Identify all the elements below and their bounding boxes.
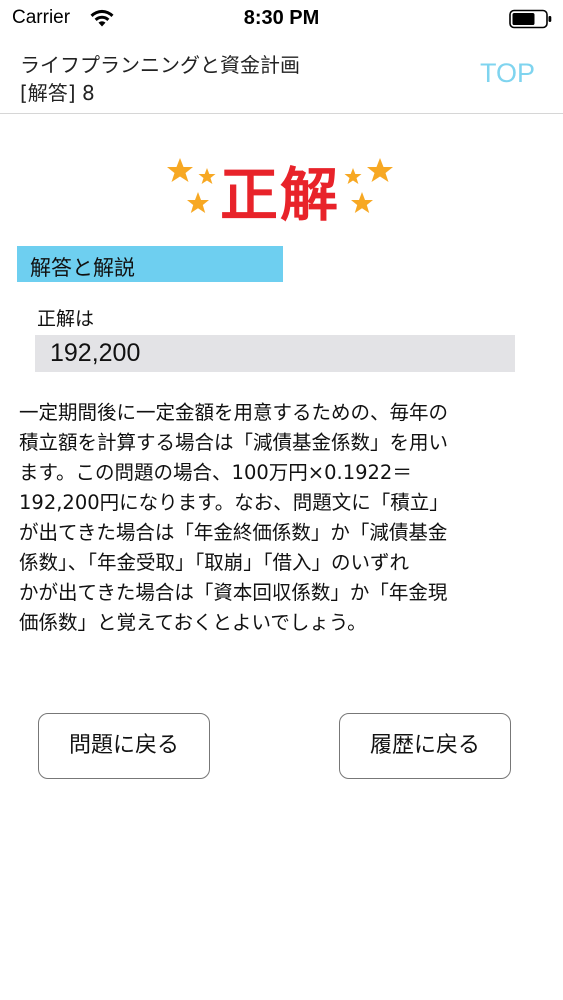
explanation-line: 一定期間後に一定金額を用意するための、毎年の: [19, 401, 449, 424]
answer-label: 正解は: [37, 308, 95, 330]
top-button[interactable]: TOP: [480, 58, 535, 89]
nav-header: ライフプランニングと資金計画 [解答] 8 TOP: [0, 40, 563, 114]
section-header: 解答と解説: [17, 246, 283, 282]
back-to-question-button[interactable]: 問題に戻る: [38, 713, 210, 779]
status-bar: Carrier 8:30 PM: [0, 0, 563, 40]
section-title: 解答と解説: [30, 256, 135, 280]
page-title: ライフプランニングと資金計画: [20, 53, 300, 77]
answer-value: 192,200: [50, 339, 141, 367]
explanation-line: 係数」、「年金受取」「取崩」「借入」のいずれ: [19, 551, 410, 574]
page-subtitle: [解答] 8: [20, 81, 95, 105]
explanation-line: が出てきた場合は「年金終価係数」か「減債基金: [19, 521, 448, 544]
explanation-line: 価係数」と覚えておくとよいでしょう。: [19, 611, 367, 634]
answer-box: 192,200: [35, 335, 515, 372]
star-icon: [344, 158, 393, 213]
result-banner: 正解: [160, 140, 400, 230]
explanation-line: 192,200円になります。なお、問題文に「積立」: [19, 491, 449, 514]
explanation-text: 一定期間後に一定金額を用意するための、毎年の 積立額を計算する場合は「減債基金係…: [19, 398, 539, 638]
explanation-line: ます。この問題の場合、100万円×0.1922＝: [19, 461, 412, 484]
explanation-line: かが出てきた場合は「資本回収係数」か「年金現: [19, 581, 448, 604]
battery-icon: [509, 9, 552, 29]
explanation-line: 積立額を計算する場合は「減債基金係数」を用い: [19, 431, 449, 454]
back-to-history-button[interactable]: 履歴に戻る: [339, 713, 511, 779]
status-time: 8:30 PM: [243, 7, 320, 29]
